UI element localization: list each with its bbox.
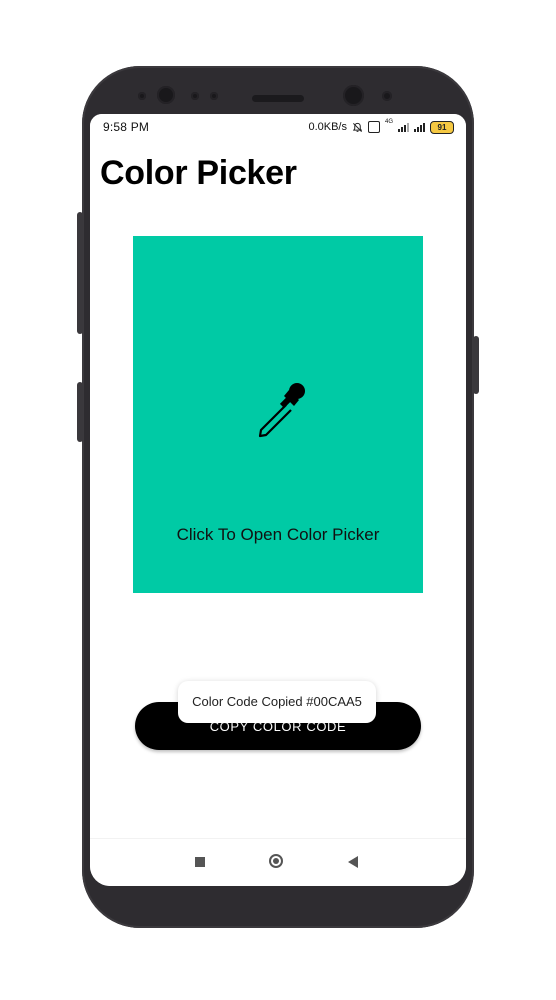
- navigation-bar: [90, 838, 466, 886]
- recent-apps-icon[interactable]: [195, 857, 205, 867]
- volume-up-button: [77, 212, 83, 334]
- sensor-dot: [210, 92, 218, 100]
- sensor-dot: [382, 91, 392, 101]
- sensor-dot: [138, 92, 146, 100]
- page-title: Color Picker: [100, 154, 297, 192]
- status-time: 9:58 PM: [103, 120, 150, 134]
- back-icon[interactable]: [348, 856, 358, 868]
- picker-label: Click To Open Color Picker: [176, 525, 380, 544]
- proximity-sensor: [343, 85, 364, 106]
- volume-down-button: [77, 382, 83, 442]
- earpiece: [252, 95, 304, 102]
- eyedropper-icon: [258, 383, 305, 438]
- sensor-dot: [191, 92, 199, 100]
- color-picker-area[interactable]: Click To Open Color Picker: [133, 236, 423, 593]
- screen: 9:58 PM 0.0KB/s 4G 91 Color Picker Click…: [90, 114, 466, 886]
- toast-message: Color Code Copied #00CAA5: [178, 681, 376, 723]
- status-bar: 9:58 PM 0.0KB/s 4G 91: [90, 114, 466, 140]
- signal-icon-2: [414, 122, 425, 132]
- front-camera: [157, 86, 175, 104]
- network-type: 4G: [384, 119, 393, 125]
- battery-icon: 91: [430, 120, 454, 134]
- power-button: [473, 336, 479, 394]
- network-speed: 0.0KB/s: [308, 121, 347, 133]
- status-icons: 0.0KB/s 4G 91: [308, 119, 454, 135]
- home-icon[interactable]: [269, 854, 283, 868]
- stage: 9:58 PM 0.0KB/s 4G 91 Color Picker Click…: [0, 0, 556, 1000]
- bell-off-icon: [352, 122, 363, 132]
- notification-icon: [367, 121, 380, 133]
- signal-icon-1: [398, 122, 409, 132]
